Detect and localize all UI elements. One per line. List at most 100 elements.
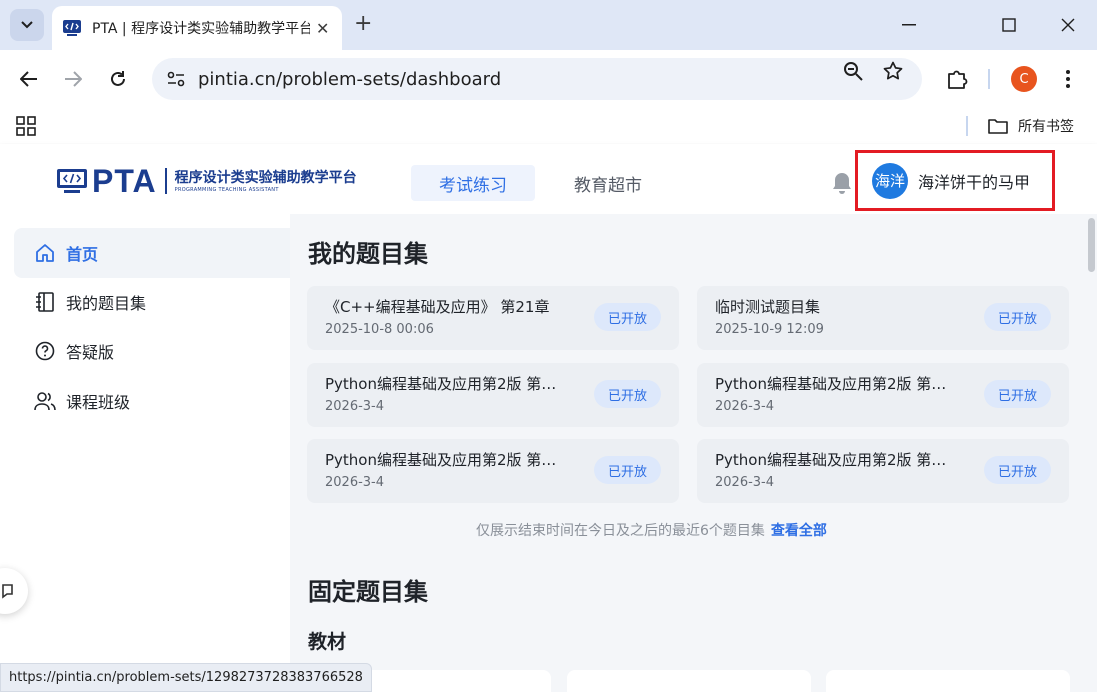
- url-text: pintia.cn/problem-sets/dashboard: [198, 68, 502, 90]
- back-arrow-icon: [20, 71, 37, 87]
- all-bookmarks-button[interactable]: 所有书签: [988, 116, 1074, 136]
- bookmark-star-button[interactable]: [881, 59, 905, 83]
- browser-tab[interactable]: PTA | 程序设计类实验辅助教学平台 ✕: [52, 6, 342, 50]
- card-date: 2026-3-4: [715, 399, 775, 414]
- card-date: 2026-3-4: [325, 399, 385, 414]
- all-bookmarks-label: 所有书签: [1018, 119, 1074, 135]
- status-badge: 已开放: [593, 303, 661, 331]
- card-date: 2025-10-9 12:09: [715, 322, 824, 337]
- zoom-out-icon: [844, 62, 863, 81]
- user-menu[interactable]: 海洋 海洋饼干的马甲: [855, 150, 1055, 211]
- back-button[interactable]: [16, 66, 42, 92]
- chevron-down-icon: [21, 21, 33, 29]
- user-name: 海洋饼干的马甲: [918, 172, 1031, 192]
- pta-logo-icon: [57, 169, 87, 193]
- logo-en: PROGRAMMING TEACHING ASSISTANT: [174, 186, 279, 193]
- profile-avatar[interactable]: C: [1011, 66, 1037, 92]
- close-window-button[interactable]: [1057, 14, 1079, 36]
- browser-tab-bar: PTA | 程序设计类实验辅助教学平台 ✕ +: [0, 0, 1097, 50]
- status-badge: 已开放: [983, 456, 1051, 484]
- status-bar-url: https://pintia.cn/problem-sets/129827372…: [0, 663, 372, 692]
- bookmarks-separator: [966, 116, 968, 136]
- logo-cn: 程序设计类实验辅助教学平台: [174, 169, 357, 186]
- bell-icon[interactable]: [831, 171, 853, 195]
- scrollbar-track[interactable]: [1087, 214, 1097, 692]
- sidebar-item-home[interactable]: 首页: [14, 228, 290, 278]
- minimize-button[interactable]: [898, 14, 920, 36]
- nav-tab-education-market[interactable]: 教育超市: [546, 165, 670, 201]
- card-name: Python编程基础及应用第2版 第…: [715, 451, 947, 469]
- zoom-button[interactable]: [841, 59, 865, 83]
- browser-menu-button[interactable]: [1055, 66, 1081, 92]
- more-vertical-icon: [1066, 70, 1070, 88]
- card-date: 2026-3-4: [715, 475, 775, 490]
- card-name: 《C++编程基础及应用》 第21章: [325, 298, 550, 316]
- logo-divider: [164, 168, 167, 194]
- tab-search-button[interactable]: [10, 9, 44, 41]
- card-date: 2026-3-4: [325, 475, 385, 490]
- nav-tab-exam-practice[interactable]: 考试练习: [411, 165, 535, 201]
- forward-arrow-icon: [65, 71, 82, 87]
- new-tab-button[interactable]: +: [354, 12, 372, 36]
- status-badge: 已开放: [983, 303, 1051, 331]
- status-badge: 已开放: [593, 380, 661, 408]
- sidebar: 首页 我的题目集 答疑版 课程班级: [0, 214, 290, 692]
- card-name: 临时测试题目集: [715, 298, 821, 316]
- pta-favicon-icon: [63, 20, 81, 36]
- reload-icon: [111, 71, 125, 86]
- apps-grid-icon[interactable]: [16, 116, 36, 136]
- chat-icon: [2, 584, 13, 599]
- textbook-card[interactable]: [567, 670, 811, 692]
- card-date: 2025-10-8 00:06: [325, 322, 434, 337]
- status-badge: 已开放: [983, 380, 1051, 408]
- problem-set-card[interactable]: Python编程基础及应用第2版 第… 2026-3-4 已开放: [697, 439, 1069, 503]
- site-header: PTA 程序设计类实验辅助教学平台 PROGRAMMING TEACHING A…: [0, 144, 1097, 214]
- star-icon: [883, 61, 903, 80]
- bookmarks-bar: 所有书签: [0, 108, 1097, 144]
- notebook-icon: [34, 291, 56, 313]
- extensions-button[interactable]: [944, 66, 970, 92]
- problem-set-card[interactable]: 临时测试题目集 2025-10-9 12:09 已开放: [697, 286, 1069, 350]
- hint-text: 仅展示结束时间在今日及之后的最近6个题目集: [476, 523, 765, 539]
- pinned-sets-title: 固定题目集: [308, 578, 428, 606]
- reload-button[interactable]: [105, 66, 131, 92]
- problem-set-card[interactable]: Python编程基础及应用第2版 第… 2026-3-4 已开放: [697, 363, 1069, 427]
- tab-title: PTA | 程序设计类实验辅助教学平台: [92, 21, 310, 37]
- sidebar-item-label: 我的题目集: [66, 294, 147, 313]
- users-icon: [34, 390, 56, 412]
- maximize-icon: [1002, 18, 1016, 32]
- textbook-title: 教材: [308, 631, 347, 653]
- sidebar-item-label: 首页: [66, 245, 99, 264]
- sidebar-item-my-sets[interactable]: 我的题目集: [14, 277, 290, 327]
- puzzle-icon: [948, 70, 968, 89]
- problem-set-card[interactable]: Python编程基础及应用第2版 第… 2026-3-4 已开放: [307, 363, 679, 427]
- sidebar-item-label: 课程班级: [66, 393, 131, 412]
- sidebar-item-label: 答疑版: [66, 343, 115, 362]
- view-all-link[interactable]: 查看全部: [771, 523, 827, 539]
- my-sets-title: 我的题目集: [308, 240, 428, 268]
- tab-close-icon[interactable]: ✕: [316, 19, 329, 38]
- logo-subtitle: 程序设计类实验辅助教学平台 PROGRAMMING TEACHING ASSIS…: [175, 170, 357, 193]
- recent-sets-hint: 仅展示结束时间在今日及之后的最近6个题目集 查看全部: [476, 520, 827, 540]
- question-icon: [34, 340, 56, 362]
- textbook-card[interactable]: [826, 670, 1070, 692]
- status-badge: 已开放: [593, 456, 661, 484]
- card-name: Python编程基础及应用第2版 第…: [715, 375, 947, 393]
- site-settings-icon[interactable]: [164, 67, 188, 91]
- avatar: 海洋: [872, 162, 908, 199]
- problem-set-card[interactable]: 《C++编程基础及应用》 第21章 2025-10-8 00:06 已开放: [307, 286, 679, 350]
- folder-icon: [988, 119, 1008, 134]
- pta-logo[interactable]: PTA 程序设计类实验辅助教学平台 PROGRAMMING TEACHING A…: [56, 165, 357, 197]
- problem-set-card[interactable]: Python编程基础及应用第2版 第… 2026-3-4 已开放: [307, 439, 679, 503]
- sidebar-item-classes[interactable]: 课程班级: [14, 376, 290, 426]
- address-bar[interactable]: pintia.cn/problem-sets/dashboard: [152, 58, 922, 100]
- scrollbar-thumb[interactable]: [1088, 218, 1095, 272]
- main-content: 我的题目集 《C++编程基础及应用》 第21章 2025-10-8 00:06 …: [290, 214, 1087, 692]
- forward-button[interactable]: [60, 66, 86, 92]
- browser-toolbar: pintia.cn/problem-sets/dashboard C: [0, 50, 1097, 108]
- card-name: Python编程基础及应用第2版 第…: [325, 451, 557, 469]
- home-icon: [34, 242, 56, 264]
- sidebar-item-qa[interactable]: 答疑版: [14, 326, 290, 376]
- card-name: Python编程基础及应用第2版 第…: [325, 375, 557, 393]
- maximize-button[interactable]: [998, 14, 1020, 36]
